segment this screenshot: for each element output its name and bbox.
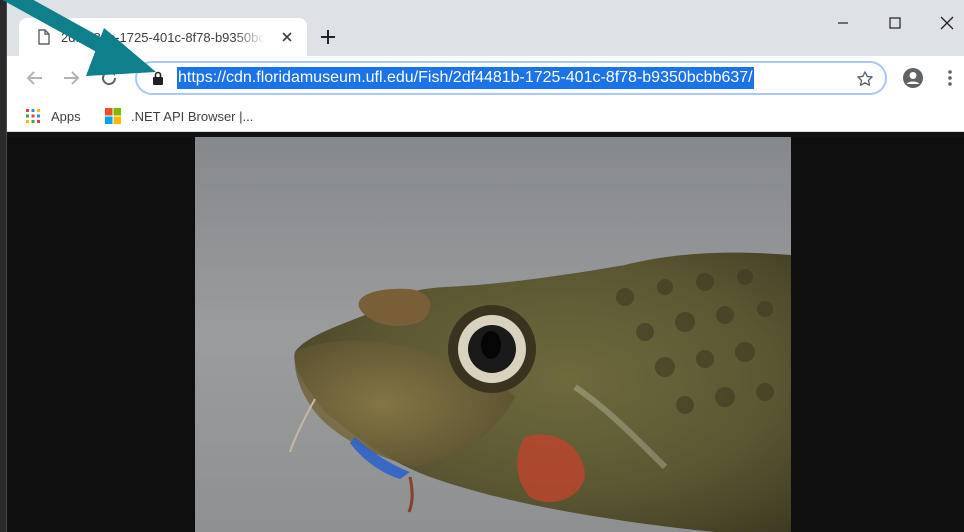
back-arrow-icon[interactable]: [23, 66, 47, 90]
bookmark-net-api-browser-label: .NET API Browser |...: [131, 108, 254, 124]
url-text[interactable]: https://cdn.floridamuseum.ufl.edu/Fish/2…: [177, 67, 754, 89]
browser-window: 2df4481b-1725-401c-8f78-b9350bcbb637: [6, 0, 964, 532]
kebab-menu-icon[interactable]: [943, 66, 957, 90]
browser-tab[interactable]: 2df4481b-1725-401c-8f78-b9350bcbb637: [19, 18, 307, 56]
minimize-icon[interactable]: [823, 8, 863, 38]
reload-icon[interactable]: [97, 66, 121, 90]
document-icon: [38, 29, 50, 45]
bookmark-apps[interactable]: Apps: [25, 106, 81, 126]
browser-toolbar: https://cdn.floridamuseum.ufl.edu/Fish/2…: [7, 56, 964, 100]
fish-photo: [195, 137, 791, 532]
apps-grid-icon: [26, 109, 40, 123]
bookmark-net-api-browser[interactable]: .NET API Browser |...: [105, 106, 253, 126]
tab-title: 2df4481b-1725-401c-8f78-b9350bcbb637: [61, 29, 265, 45]
tab-close-icon[interactable]: [279, 29, 295, 45]
tab-strip: 2df4481b-1725-401c-8f78-b9350bcbb637: [7, 0, 964, 56]
profile-avatar-icon[interactable]: [901, 66, 925, 90]
lock-icon[interactable]: [151, 70, 165, 86]
bookmark-star-icon[interactable]: [855, 69, 875, 89]
page-content: [7, 137, 964, 532]
forward-arrow-icon[interactable]: [59, 66, 83, 90]
bookmark-apps-label: Apps: [51, 108, 81, 124]
close-window-icon[interactable]: [927, 8, 964, 38]
new-tab-plus-icon[interactable]: [317, 26, 339, 48]
address-bar[interactable]: https://cdn.floridamuseum.ufl.edu/Fish/2…: [135, 61, 887, 95]
maximize-icon[interactable]: [875, 8, 915, 38]
bookmarks-bar: Apps .NET API Browser |...: [7, 100, 964, 132]
microsoft-logo-icon: [105, 108, 121, 124]
